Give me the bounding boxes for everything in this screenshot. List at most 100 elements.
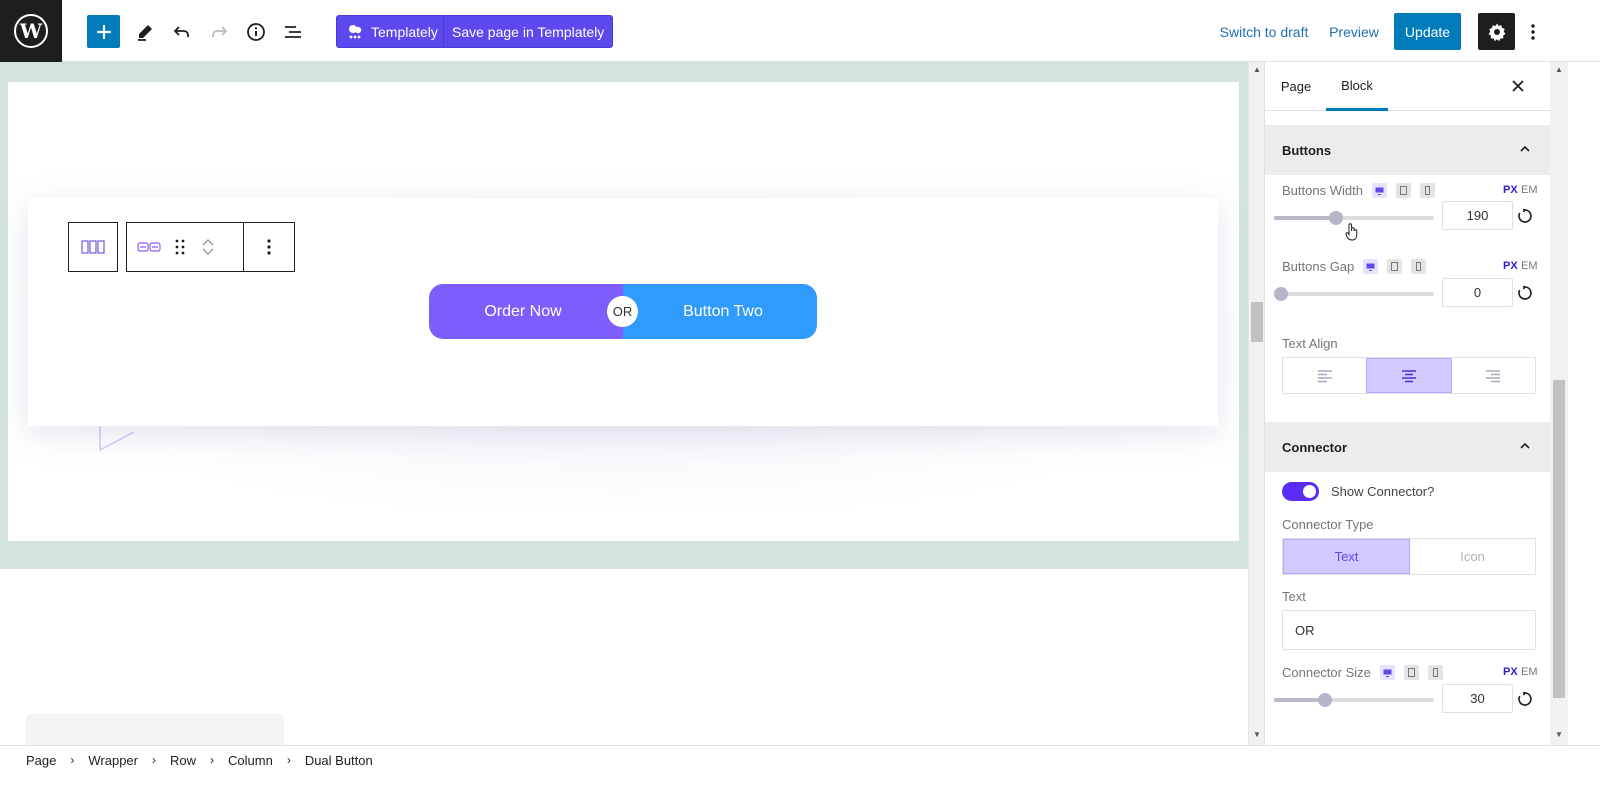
unit-px-toggle[interactable]: PX bbox=[1503, 184, 1518, 196]
switch-to-draft-button[interactable]: Switch to draft bbox=[1216, 15, 1312, 48]
buttons-width-slider[interactable] bbox=[1274, 211, 1434, 225]
connector-size-input[interactable]: 30 bbox=[1442, 684, 1513, 713]
edit-tool-button[interactable] bbox=[131, 15, 159, 48]
templately-icon bbox=[349, 24, 362, 38]
dual-button-block-icon[interactable] bbox=[137, 241, 161, 253]
slider-handle[interactable] bbox=[1329, 211, 1344, 225]
wordpress-logo-icon[interactable]: W bbox=[0, 0, 62, 62]
buttons-panel-header[interactable]: Buttons bbox=[1265, 125, 1550, 175]
connector-type-options: Text Icon bbox=[1282, 538, 1536, 575]
toggle-knob bbox=[1303, 485, 1316, 498]
settings-button[interactable] bbox=[1478, 13, 1515, 50]
connector-type-control: Connector Type bbox=[1282, 517, 1374, 532]
align-center-button[interactable] bbox=[1366, 358, 1452, 393]
show-connector-toggle[interactable] bbox=[1282, 482, 1319, 501]
unit-em-toggle[interactable]: EM bbox=[1521, 184, 1538, 196]
buttons-width-label: Buttons Width bbox=[1282, 183, 1363, 198]
drag-handle-icon[interactable] bbox=[175, 239, 185, 255]
tab-page-label: Page bbox=[1280, 79, 1312, 94]
scroll-down-arrow-icon[interactable]: ▼ bbox=[1555, 730, 1563, 739]
tab-block-label: Block bbox=[1341, 77, 1373, 93]
content-card: Order Now Button Two OR bbox=[28, 198, 1218, 426]
list-view-icon bbox=[285, 25, 301, 38]
connector-size-slider[interactable] bbox=[1274, 693, 1434, 707]
buttons-width-input[interactable]: 190 bbox=[1442, 201, 1513, 230]
breadcrumb-item-column[interactable]: Column bbox=[228, 753, 273, 768]
save-in-templately-button[interactable]: Save page in Templately bbox=[443, 15, 614, 48]
reset-icon[interactable] bbox=[1517, 691, 1533, 707]
editor-header: W Templately Save page in Templately Swi… bbox=[0, 0, 1600, 62]
scroll-up-arrow-icon[interactable]: ▲ bbox=[1253, 65, 1261, 74]
connector-text-input[interactable]: OR bbox=[1282, 610, 1536, 650]
mobile-icon[interactable] bbox=[1419, 183, 1435, 198]
tablet-icon[interactable] bbox=[1387, 259, 1403, 274]
connector-type-icon-button[interactable]: Icon bbox=[1410, 539, 1535, 574]
block-controls bbox=[126, 222, 244, 272]
add-block-button[interactable] bbox=[87, 15, 120, 48]
align-left-button[interactable] bbox=[1283, 358, 1367, 393]
breadcrumb-item-dual-button[interactable]: Dual Button bbox=[305, 753, 373, 768]
hand-cursor-icon bbox=[1345, 223, 1358, 241]
slider-handle[interactable] bbox=[1274, 287, 1288, 301]
align-center-icon bbox=[1401, 369, 1416, 382]
scroll-up-arrow-icon[interactable]: ▲ bbox=[1555, 65, 1563, 74]
tablet-icon[interactable] bbox=[1403, 665, 1419, 680]
block-mover bbox=[201, 237, 215, 257]
chevron-up-icon bbox=[1520, 442, 1530, 449]
buttons-gap-input[interactable]: 0 bbox=[1442, 278, 1513, 307]
desktop-icon[interactable] bbox=[1363, 259, 1379, 274]
mobile-icon[interactable] bbox=[1411, 259, 1427, 274]
button-one[interactable]: Order Now bbox=[429, 284, 623, 339]
chevron-right-icon: › bbox=[210, 753, 215, 767]
more-vertical-icon bbox=[267, 239, 271, 255]
breadcrumb-item-page[interactable]: Page bbox=[26, 753, 56, 768]
desktop-icon[interactable] bbox=[1371, 183, 1387, 198]
canvas-scrollbar[interactable]: ▲ ▼ bbox=[1248, 62, 1264, 745]
close-icon[interactable] bbox=[1510, 78, 1526, 94]
connector-type-text-button[interactable]: Text bbox=[1283, 539, 1410, 574]
select-parent-button[interactable] bbox=[68, 222, 118, 272]
scroll-down-arrow-icon[interactable]: ▼ bbox=[1253, 730, 1261, 739]
sidebar-scroll-thumb[interactable] bbox=[1553, 380, 1565, 698]
align-right-button[interactable] bbox=[1451, 358, 1535, 393]
mobile-icon[interactable] bbox=[1427, 665, 1443, 680]
reset-icon[interactable] bbox=[1517, 285, 1533, 301]
plus-icon bbox=[96, 24, 111, 39]
buttons-gap-value: 0 bbox=[1473, 285, 1482, 300]
triangle-decoration-icon bbox=[99, 426, 135, 452]
breadcrumb-item-row[interactable]: Row bbox=[170, 753, 196, 768]
button-two[interactable]: Button Two bbox=[623, 284, 817, 339]
details-button[interactable] bbox=[242, 15, 270, 48]
editor-canvas[interactable]: Order Now Button Two OR bbox=[0, 62, 1248, 745]
move-up-icon[interactable] bbox=[201, 237, 215, 247]
tablet-icon[interactable] bbox=[1395, 183, 1411, 198]
list-view-button[interactable] bbox=[279, 15, 307, 48]
templately-button[interactable]: Templately bbox=[336, 15, 447, 48]
tab-block[interactable]: Block bbox=[1326, 62, 1388, 111]
sidebar-scrollbar[interactable]: ▲ ▼ bbox=[1550, 62, 1568, 745]
unit-px-toggle[interactable]: PX bbox=[1503, 666, 1518, 678]
align-left-icon bbox=[1317, 369, 1332, 382]
connector-text-label: Text bbox=[1282, 589, 1306, 604]
breadcrumb-item-wrapper[interactable]: Wrapper bbox=[88, 753, 138, 768]
block-options-button[interactable] bbox=[244, 222, 295, 272]
update-button[interactable]: Update bbox=[1394, 13, 1461, 50]
tab-page[interactable]: Page bbox=[1281, 62, 1311, 111]
move-down-icon[interactable] bbox=[201, 247, 215, 257]
buttons-gap-slider[interactable] bbox=[1274, 287, 1434, 301]
info-icon bbox=[247, 22, 265, 41]
reset-icon[interactable] bbox=[1517, 208, 1533, 224]
unit-em-toggle[interactable]: EM bbox=[1521, 666, 1538, 678]
canvas-scroll-thumb[interactable] bbox=[1251, 302, 1263, 342]
unit-px-toggle[interactable]: PX bbox=[1503, 260, 1518, 272]
undo-button[interactable] bbox=[168, 15, 196, 48]
preview-button[interactable]: Preview bbox=[1326, 15, 1382, 48]
desktop-icon[interactable] bbox=[1379, 665, 1395, 680]
connector-panel-header[interactable]: Connector bbox=[1265, 422, 1550, 472]
options-menu-button[interactable] bbox=[1523, 15, 1543, 48]
dual-button-block[interactable]: Order Now Button Two OR bbox=[429, 284, 817, 339]
redo-button[interactable] bbox=[205, 15, 233, 48]
save-in-templately-label: Save page in Templately bbox=[452, 23, 605, 40]
unit-em-toggle[interactable]: EM bbox=[1521, 260, 1538, 272]
slider-handle[interactable] bbox=[1317, 693, 1332, 707]
